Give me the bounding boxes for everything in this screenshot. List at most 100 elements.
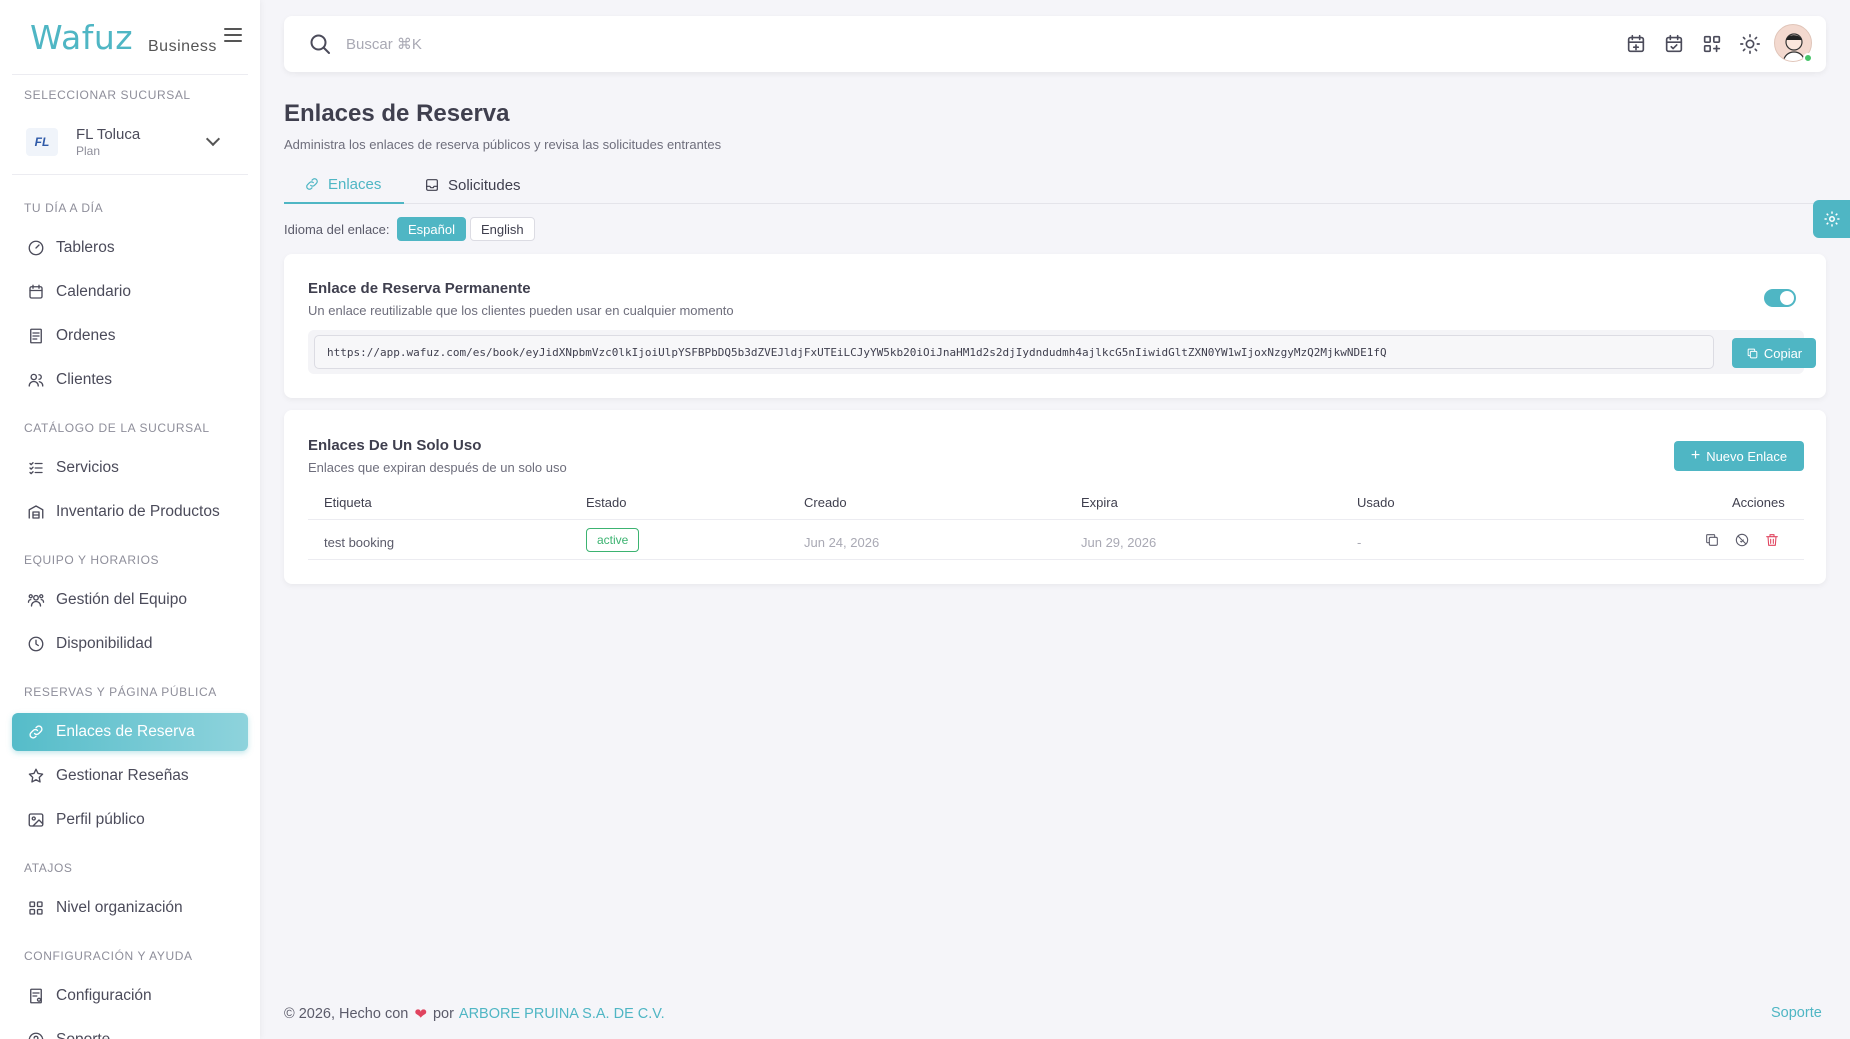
status-badge: active [586,528,640,552]
dashboard-gauge-icon [26,238,46,258]
copy-button[interactable]: Copiar [1732,338,1816,368]
new-link-button[interactable]: + Nuevo Enlace [1674,441,1804,471]
trash-icon[interactable] [1762,530,1782,550]
calendar-check-icon[interactable] [1662,32,1686,56]
section-label-catalog: CATÁLOGO DE LA SUCURSAL [24,421,210,435]
sidebar-item-calendario[interactable]: Calendario [12,273,248,311]
receipt-icon [26,326,46,346]
sidebar-item-soporte[interactable]: Soporte [12,1021,248,1039]
card-description: Un enlace reutilizable que los clientes … [308,303,734,318]
deactivate-icon[interactable] [1732,530,1752,550]
heart-icon: ❤ [414,1006,427,1023]
topbar [284,16,1826,72]
sidebar-item-label: Inventario de Productos [56,503,220,520]
team-icon [26,590,46,610]
branch-selector[interactable]: FL FL Toluca Plan [12,118,248,166]
tab-label: Solicitudes [448,176,521,194]
sidebar: Wafuz Business SELECCIONAR SUCURSAL FL F… [0,0,260,1039]
settings-document-icon [26,986,46,1006]
brand-logo: Wafuz [30,18,134,57]
sidebar-item-enlaces[interactable]: Enlaces de Reserva [12,713,248,751]
menu-icon[interactable] [224,28,242,42]
sidebar-item-resenas[interactable]: Gestionar Reseñas [12,757,248,795]
tab-enlaces[interactable]: Enlaces [284,166,404,204]
sidebar-item-configuracion[interactable]: Configuración [12,977,248,1015]
card-description: Enlaces que expiran después de un solo u… [308,460,567,475]
sidebar-item-label: Nivel organización [56,899,183,916]
card-title: Enlaces De Un Solo Uso [308,437,482,454]
permanent-link-toggle[interactable] [1764,289,1796,307]
sidebar-item-disponibilidad[interactable]: Disponibilidad [12,625,248,663]
sidebar-item-label: Gestionar Reseñas [56,767,189,784]
section-label-config: CONFIGURACIÓN Y AYUDA [24,949,193,963]
column-header-created: Creado [804,495,847,510]
warehouse-icon [26,502,46,522]
footer-copyright: © 2026, Hecho con [284,1006,409,1022]
inbox-icon [426,179,438,191]
column-header-label: Etiqueta [324,495,372,510]
brand[interactable]: Wafuz Business [30,18,250,68]
users-icon [26,370,46,390]
permanent-url-field[interactable] [314,335,1714,369]
branch-logo: FL [26,128,58,156]
branch-name: FL Toluca [76,126,141,143]
gear-icon [1824,211,1839,227]
star-icon [26,766,46,786]
sun-icon[interactable] [1738,32,1762,56]
url-container: Copiar [308,330,1816,374]
help-icon [26,1030,46,1039]
card-title: Enlace de Reserva Permanente [308,280,531,297]
permanent-link-card: Enlace de Reserva Permanente Un enlace r… [284,254,1826,398]
single-use-links-card: Enlaces De Un Solo Uso Enlaces que expir… [284,410,1826,584]
language-es-button[interactable]: Español [397,217,466,241]
column-header-expires: Expira [1081,495,1118,510]
sidebar-item-clientes[interactable]: Clientes [12,361,248,399]
section-label-shortcuts: ATAJOS [24,861,73,875]
sidebar-item-perfil[interactable]: Perfil público [12,801,248,839]
page-title: Enlaces de Reserva [284,100,510,127]
clock-icon [26,634,46,654]
calendar-add-icon[interactable] [1624,32,1648,56]
image-icon [26,810,46,830]
divider [308,519,1804,520]
search-input[interactable] [346,30,946,58]
tab-solicitudes[interactable]: Solicitudes [404,166,541,204]
section-label-bookings: RESERVAS Y PÁGINA PÚBLICA [24,685,217,699]
copy-icon[interactable] [1702,530,1722,550]
sidebar-item-label: Perfil público [56,811,145,828]
tab-bar: Enlaces Solicitudes [284,166,1826,204]
sidebar-item-gestion-equipo[interactable]: Gestión del Equipo [12,581,248,619]
settings-gear-button[interactable] [1813,200,1850,238]
brand-sub: Business [148,38,217,55]
sidebar-item-inventario[interactable]: Inventario de Productos [12,493,248,531]
section-label-daily: TU DÍA A DÍA [24,201,104,215]
footer-org-link[interactable]: ARBORE PRUINA S.A. DE C.V. [459,1006,665,1022]
plus-icon: + [1690,447,1701,464]
page-subtitle: Administra los enlaces de reserva públic… [284,137,722,152]
section-label-team: EQUIPO Y HORARIOS [24,553,160,567]
sidebar-item-label: Disponibilidad [56,635,153,652]
divider [12,74,248,75]
language-en-button[interactable]: English [470,217,535,241]
search-icon [308,32,332,56]
sidebar-item-servicios[interactable]: Servicios [12,449,248,487]
divider [12,174,248,175]
apps-add-icon[interactable] [1700,32,1724,56]
footer-support-link[interactable]: Soporte [1771,1005,1822,1021]
sidebar-item-label: Enlaces de Reserva [56,723,195,740]
row-expires: Jun 29, 2026 [1081,535,1157,550]
sidebar-item-nivel[interactable]: Nivel organización [12,889,248,927]
chevron-down-icon [205,131,221,147]
sidebar-item-tableros[interactable]: Tableros [12,229,248,267]
copy-label: Copiar [1763,345,1803,361]
sidebar-item-ordenes[interactable]: Ordenes [12,317,248,355]
row-used: - [1357,535,1362,550]
sidebar-item-label: Configuración [56,987,152,1004]
sidebar-item-label: Gestión del Equipo [56,591,187,608]
column-header-actions: Acciones [1732,495,1785,510]
sidebar-item-label: Soporte [56,1031,110,1039]
sidebar-item-label: Ordenes [56,327,116,344]
sidebar-item-label: Tableros [56,239,115,256]
column-header-status: Estado [586,495,627,510]
footer: © 2026, Hecho con ❤ por ARBORE PRUINA S.… [284,1005,665,1023]
